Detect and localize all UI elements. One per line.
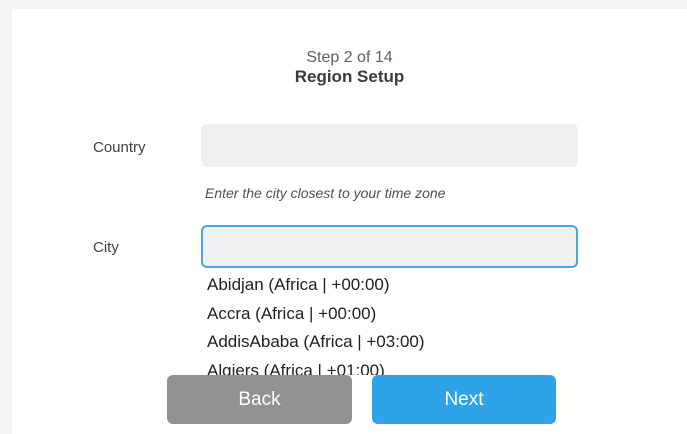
city-option[interactable]: Abidjan (Africa | +00:00) xyxy=(201,271,571,300)
country-label: Country xyxy=(93,139,146,156)
city-option[interactable]: Algiers (Africa | +01:00) xyxy=(201,357,571,376)
city-input[interactable] xyxy=(201,225,578,268)
country-input[interactable] xyxy=(201,124,578,167)
page-title: Region Setup xyxy=(294,67,405,86)
city-dropdown-list[interactable]: Abidjan (Africa | +00:00) Accra (Africa … xyxy=(201,271,571,375)
city-option[interactable]: Accra (Africa | +00:00) xyxy=(201,300,571,329)
setup-panel: Step 2 of 14 Region Setup Country Enter … xyxy=(12,9,687,434)
next-button[interactable]: Next xyxy=(372,375,556,424)
back-button[interactable]: Back xyxy=(167,375,352,424)
city-label: City xyxy=(93,239,119,256)
city-hint: Enter the city closest to your time zone xyxy=(205,185,446,201)
city-option[interactable]: AddisAbaba (Africa | +03:00) xyxy=(201,328,571,357)
step-indicator: Step 2 of 14 xyxy=(306,49,393,66)
